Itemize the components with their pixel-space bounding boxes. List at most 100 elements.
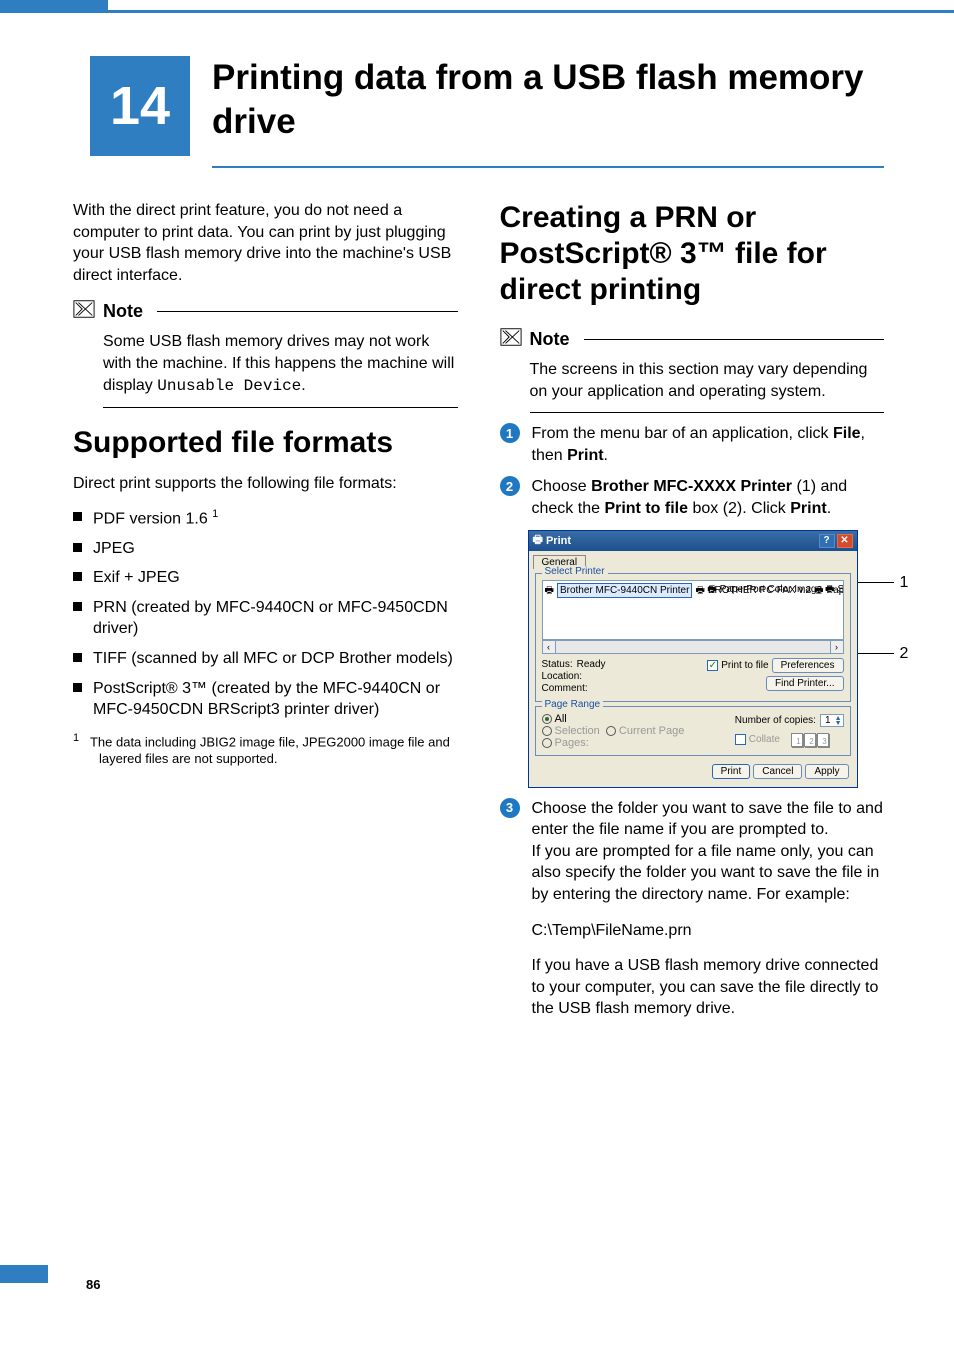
all-radio[interactable]: All — [542, 713, 735, 725]
close-button[interactable]: ✕ — [837, 534, 853, 548]
selection-radio[interactable]: Selection Current Page — [542, 725, 735, 737]
header-accent-block — [0, 0, 108, 10]
printer-list[interactable]: 🖶Brother MFC-9440CN Printer 🖶BROTHER PC-… — [542, 580, 844, 640]
note-text-code: Unusable Device — [157, 377, 301, 395]
scroll-left-button[interactable]: ‹ — [542, 640, 556, 654]
print-button[interactable]: Print — [712, 764, 751, 779]
t: From the menu bar of an application, cli… — [532, 425, 833, 442]
t: If you have a USB flash memory drive con… — [532, 957, 879, 1017]
preferences-button[interactable]: Preferences — [772, 658, 844, 673]
printer-icon: 🖶 — [533, 531, 543, 550]
note-header: Note — [73, 298, 458, 325]
callout-line-2 — [858, 653, 894, 654]
printer-item[interactable]: 🖶PaperPort Color Image — [707, 583, 822, 596]
group-title: Page Range — [542, 699, 604, 710]
chapter-heading: 14 Printing data from a USB flash memory… — [90, 56, 884, 168]
scroll-track[interactable] — [556, 640, 830, 654]
note-label: Note — [530, 329, 570, 350]
radio-label: Pages: — [555, 737, 589, 749]
copies-value: 1 — [825, 715, 831, 726]
printer-name: PaperPort Color Image — [720, 583, 822, 596]
note-divider — [584, 339, 885, 340]
printer-name: Symantec Fax Starter Edition — [837, 583, 843, 596]
footnote-ref: 1 — [212, 508, 218, 520]
t: . — [827, 500, 831, 517]
cancel-button[interactable]: Cancel — [753, 764, 802, 779]
horizontal-scrollbar[interactable]: ‹› — [542, 640, 844, 654]
supported-lead: Direct print supports the following file… — [73, 473, 458, 495]
comment-key: Comment: — [542, 683, 588, 694]
step-number-badge: 1 — [500, 423, 520, 443]
supported-formats-heading: Supported file formats — [73, 426, 458, 459]
apply-button[interactable]: Apply — [805, 764, 848, 779]
radio-label: Current Page — [619, 725, 684, 737]
dialog-titlebar: 🖶 Print ? ✕ — [529, 531, 857, 551]
creating-prn-heading: Creating a PRN or PostScript® 3™ file fo… — [500, 200, 885, 308]
step-3: 3 Choose the folder you want to save the… — [500, 798, 885, 1020]
right-column: Creating a PRN or PostScript® 3™ file fo… — [500, 200, 885, 1030]
list-item: JPEG — [73, 538, 458, 560]
location-key: Location: — [542, 671, 583, 682]
callout-1: 1 — [900, 574, 909, 592]
t: Choose — [532, 478, 592, 495]
printer-item[interactable]: 🖶Symantec Fax Starter Edition — [825, 583, 843, 596]
status-value: Ready — [577, 659, 606, 670]
t: Choose the folder you want to save the f… — [532, 800, 883, 839]
footnote-num: 1 — [73, 732, 79, 744]
step-number-badge: 3 — [500, 798, 520, 818]
t: Print — [567, 447, 603, 464]
note-label: Note — [103, 301, 143, 322]
page-number: 86 — [86, 1277, 100, 1292]
callout-line-1 — [858, 582, 894, 583]
page-range-group: Page Range All Selection Current Page Pa… — [535, 706, 851, 756]
t: File — [833, 425, 861, 442]
formats-list: PDF version 1.6 1 JPEG Exif + JPEG PRN (… — [73, 507, 458, 721]
t: Print — [790, 500, 826, 517]
t: Print to file — [604, 500, 688, 517]
copies-label: Number of copies: — [735, 715, 816, 726]
format-text: PDF version 1.6 — [93, 510, 212, 527]
t: Brother MFC-XXXX Printer — [591, 478, 792, 495]
note-body: Some USB flash memory drives may not wor… — [103, 331, 458, 408]
chapter-title: Printing data from a USB flash memory dr… — [212, 56, 884, 168]
print-dialog-figure: 🖶 Print ? ✕ General Select Printer 🖶Brot… — [528, 530, 885, 788]
list-item: PostScript® 3™ (created by the MFC-9440C… — [73, 678, 458, 721]
print-dialog: 🖶 Print ? ✕ General Select Printer 🖶Brot… — [528, 530, 858, 788]
dialog-buttons: Print Cancel Apply — [529, 760, 857, 787]
header-accent-line — [0, 10, 954, 13]
checkbox-label: Print to file — [721, 660, 768, 671]
t: box (2). Click — [688, 500, 790, 517]
step-body: Choose the folder you want to save the f… — [532, 798, 885, 1020]
left-column: With the direct print feature, you do no… — [73, 200, 458, 1030]
print-to-file-checkbox[interactable]: ✓Print to file — [707, 660, 768, 671]
copies-input[interactable]: 1▲▼ — [820, 714, 844, 727]
intro-paragraph: With the direct print feature, you do no… — [73, 200, 458, 286]
radio-label: All — [555, 713, 567, 725]
step-number-badge: 2 — [500, 476, 520, 496]
help-button[interactable]: ? — [819, 534, 835, 548]
note-header: Note — [500, 326, 885, 353]
collate-icon: 123 — [791, 733, 829, 747]
side-tab — [0, 1265, 48, 1283]
note-text-post: . — [301, 377, 305, 394]
pages-radio[interactable]: Pages: — [542, 737, 735, 749]
footnote: 1 The data including JBIG2 image file, J… — [73, 731, 458, 768]
collate-checkbox[interactable]: Collate — [735, 734, 780, 745]
t: . — [604, 447, 608, 464]
note-body: The screens in this section may vary dep… — [530, 359, 885, 413]
status-key: Status: — [542, 659, 573, 670]
group-title: Select Printer — [542, 566, 608, 577]
step-body: Choose Brother MFC-XXXX Printer (1) and … — [532, 476, 885, 519]
chapter-number-box: 14 — [90, 56, 190, 156]
checkbox-label: Collate — [749, 734, 780, 745]
callout-2: 2 — [900, 645, 909, 663]
list-item: PRN (created by MFC-9440CN or MFC-9450CD… — [73, 597, 458, 640]
find-printer-button[interactable]: Find Printer... — [766, 676, 843, 691]
radio-label: Selection — [555, 725, 600, 737]
t: If you are prompted for a file name only… — [532, 843, 880, 903]
printer-item-selected[interactable]: 🖶Brother MFC-9440CN Printer — [545, 583, 693, 598]
step-2: 2 Choose Brother MFC-XXXX Printer (1) an… — [500, 476, 885, 519]
note-divider — [157, 311, 458, 312]
step-body: From the menu bar of an application, cli… — [532, 423, 885, 466]
scroll-right-button[interactable]: › — [830, 640, 844, 654]
